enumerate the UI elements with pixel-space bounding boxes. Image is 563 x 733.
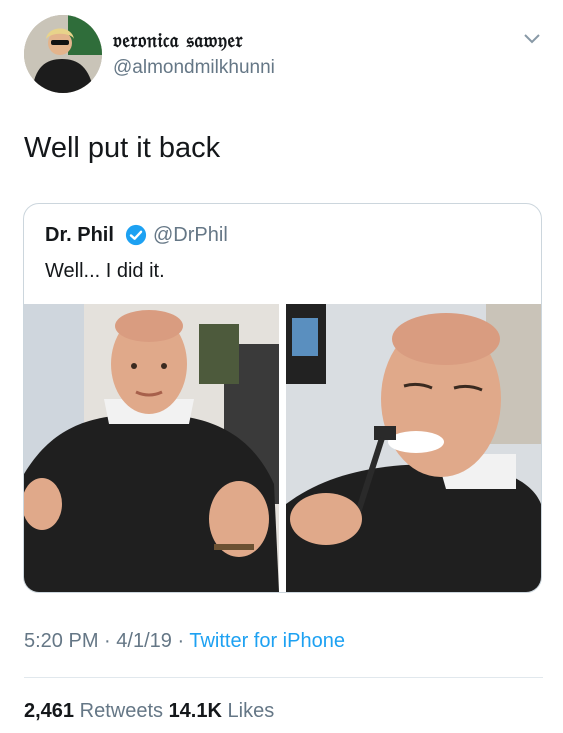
meta-separator: ·: [104, 630, 111, 652]
verified-badge-icon: [125, 224, 147, 246]
avatar[interactable]: [24, 15, 102, 93]
quoted-tweet-card[interactable]: Dr. Phil @DrPhil Well... I did it.: [23, 203, 542, 593]
divider: [24, 677, 543, 678]
author-handle[interactable]: @almondmilkhunni: [113, 57, 275, 79]
tweet-meta: 5:20 PM · 4/1/19 · Twitter for iPhone: [24, 630, 345, 653]
tweet-time[interactable]: 5:20 PM: [24, 630, 98, 652]
likes-stat[interactable]: 14.1K Likes: [169, 700, 275, 722]
quoted-author-name: Dr. Phil: [45, 224, 114, 246]
likes-count: 14.1K: [168, 700, 222, 722]
avatar-image: [24, 15, 102, 93]
quoted-photo-1[interactable]: [24, 304, 279, 592]
retweets-stat[interactable]: 2,461 Retweets: [24, 700, 163, 722]
author-display-name[interactable]: 𝔳𝔢𝔯𝔬𝔫𝔦𝔠𝔞 𝔰𝔞𝔴𝔶𝔢𝔯: [113, 28, 243, 52]
quoted-author-handle: @DrPhil: [153, 224, 228, 246]
photo-man-gesturing: [24, 304, 279, 592]
retweets-label: Retweets: [79, 700, 163, 722]
tweet-date[interactable]: 4/1/19: [116, 630, 172, 652]
retweets-count: 2,461: [24, 700, 75, 722]
tweet-text: Well put it back: [24, 132, 221, 164]
likes-label: Likes: [227, 700, 275, 722]
photo-man-shaving: [286, 304, 541, 592]
chevron-down-icon[interactable]: [522, 32, 542, 46]
meta-separator: ·: [177, 630, 185, 652]
quoted-tweet-text: Well... I did it.: [45, 260, 165, 282]
tweet-source-link[interactable]: Twitter for iPhone: [189, 630, 345, 652]
tweet-stats: 2,461 Retweets 14.1K Likes: [24, 700, 274, 723]
quoted-photo-2[interactable]: [286, 304, 541, 592]
